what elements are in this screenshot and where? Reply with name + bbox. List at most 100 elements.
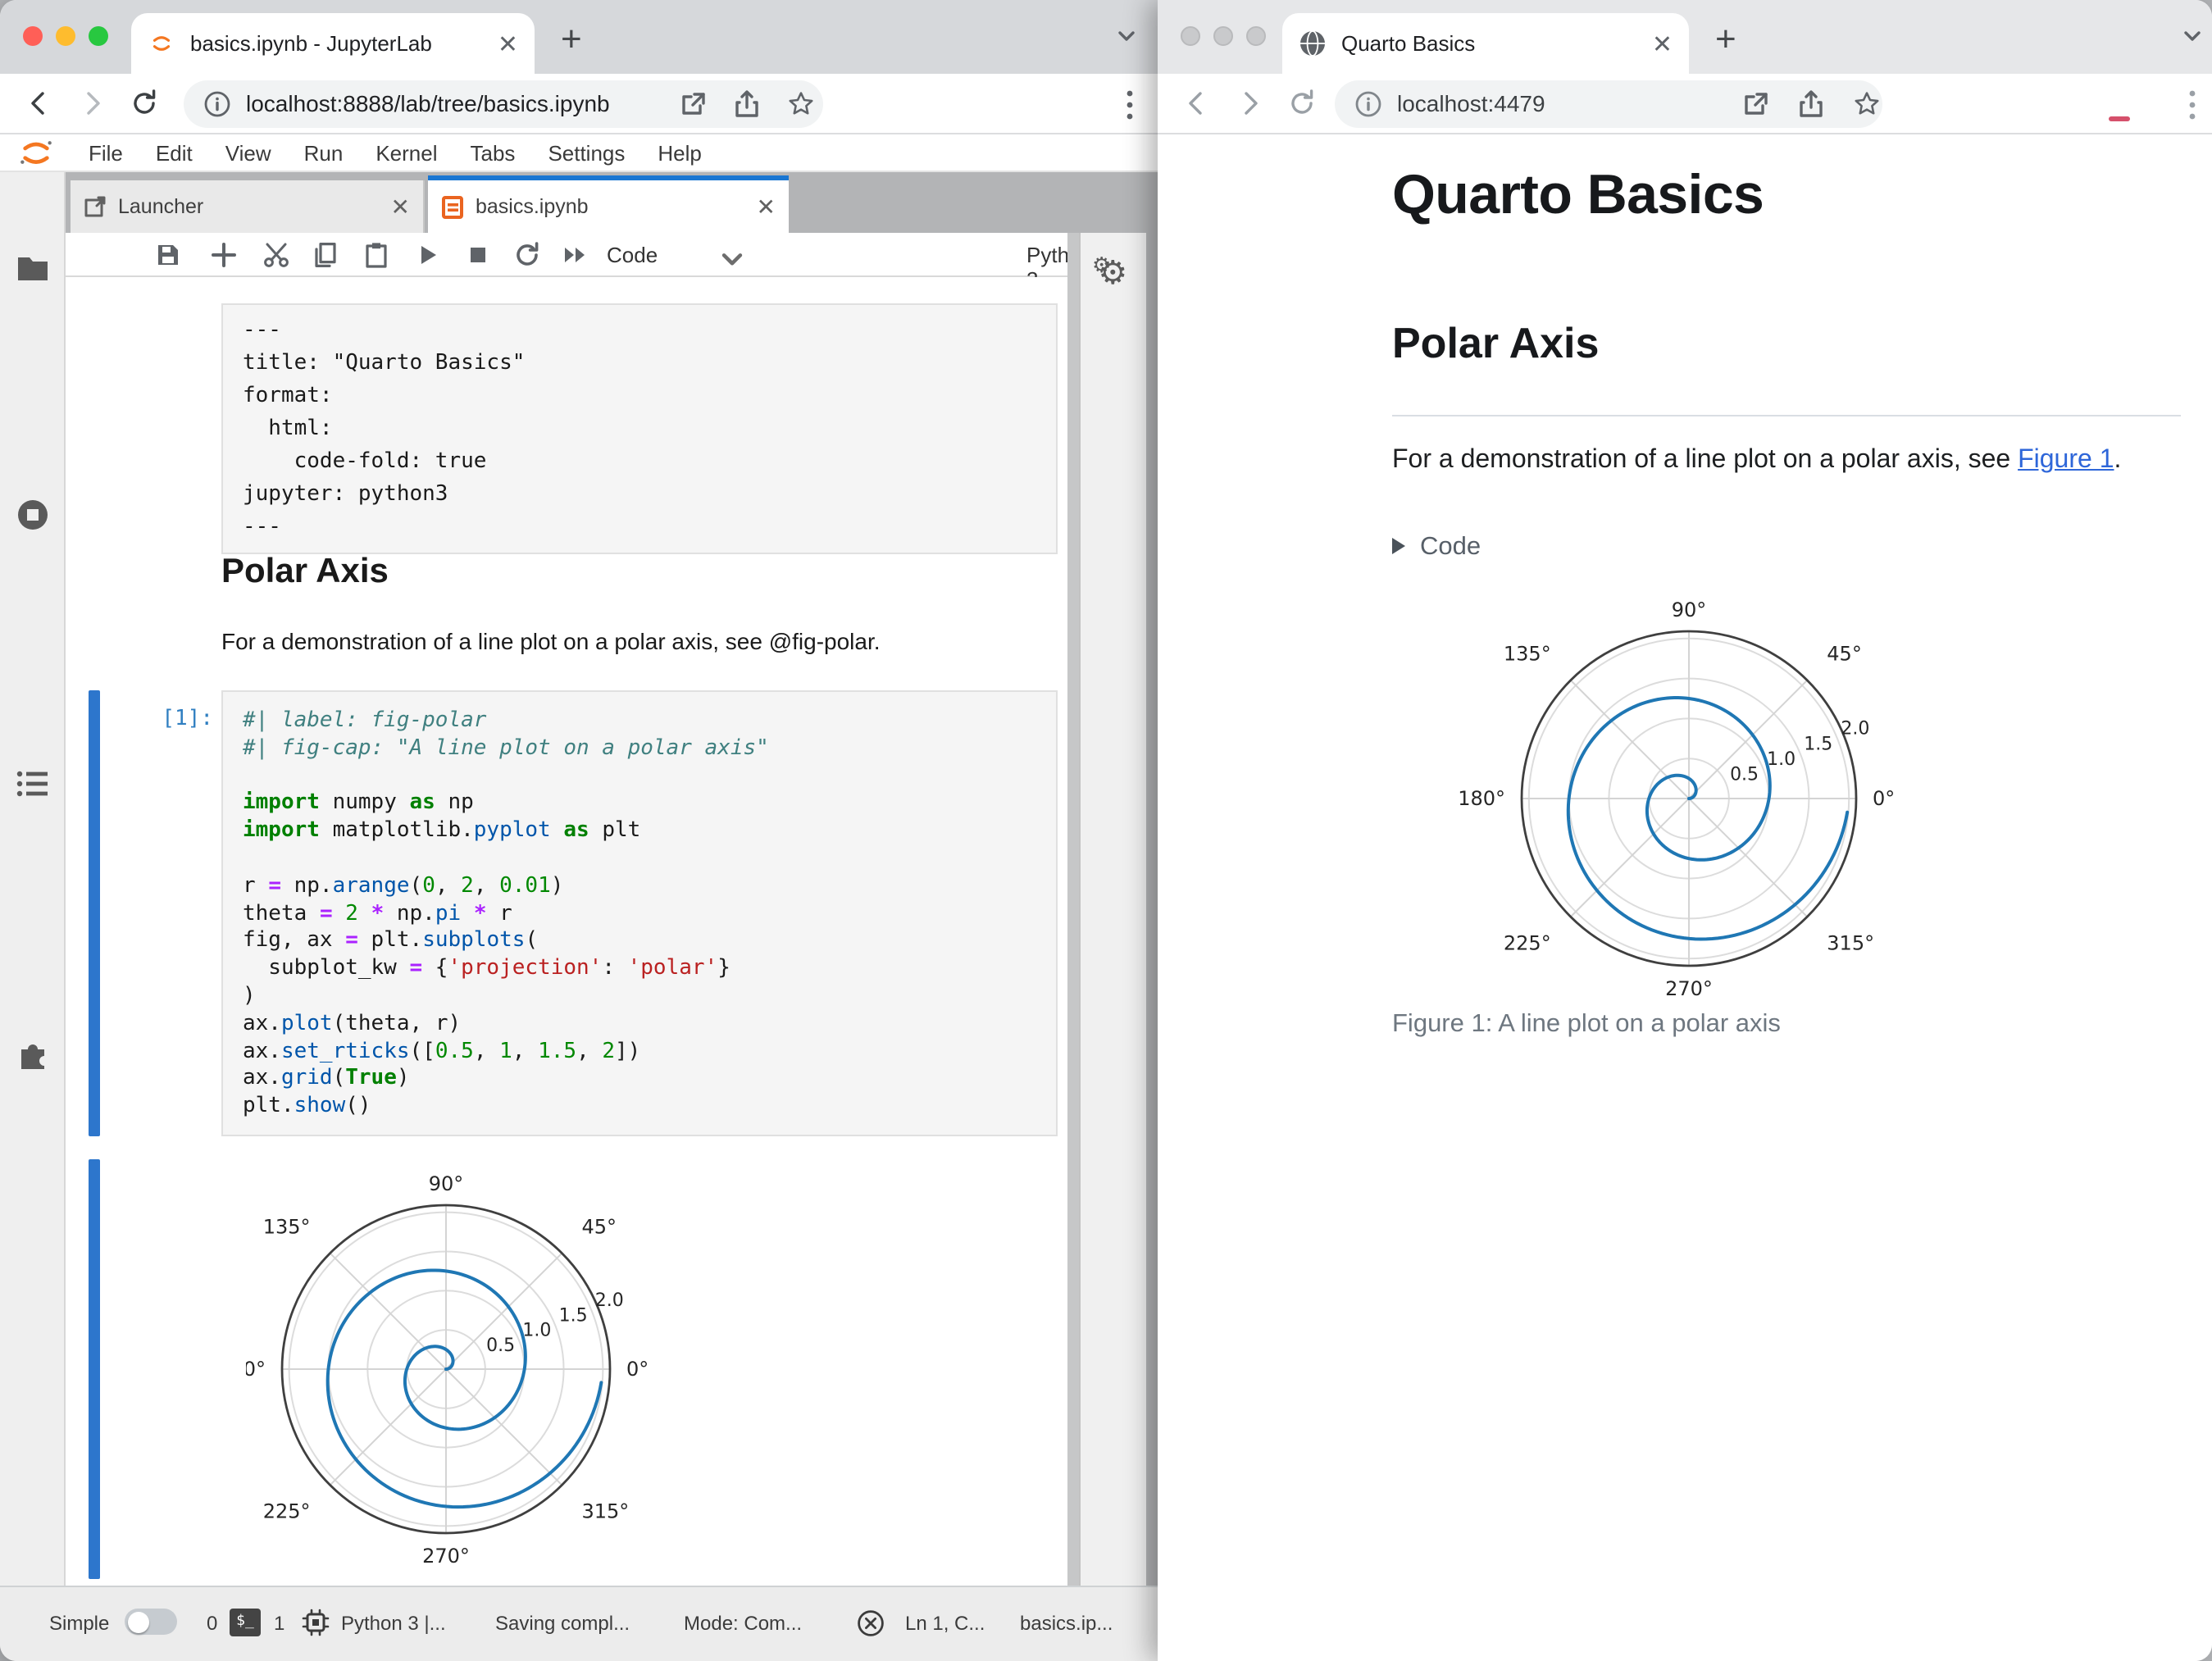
edit-mode-text[interactable]: Mode: Com... [684, 1612, 802, 1635]
cursor-position-text[interactable]: Ln 1, C... [905, 1612, 985, 1635]
minimize-window-button[interactable] [56, 26, 75, 46]
yaml-raw-cell[interactable]: --- title: "Quarto Basics" format: html:… [221, 303, 1058, 554]
saving-status-text: Saving compl... [495, 1612, 630, 1635]
code-disclosure[interactable]: Code [1392, 533, 1481, 562]
section-heading: Polar Axis [1392, 318, 1600, 367]
code-line: import numpy as np [243, 790, 474, 816]
polar-plot-figure: 0° 45° 90° 135° 180° 225° 270° 315° 0.5 1.0 1.5 2.0 [1458, 598, 1895, 1000]
tab-basics-ipynb[interactable]: basics.ipynb ✕ [428, 175, 789, 233]
close-notebook-tab-icon[interactable]: ✕ [757, 193, 776, 221]
terminal-icon[interactable]: $_ [230, 1609, 261, 1636]
back-button[interactable] [23, 87, 56, 120]
url-text[interactable]: localhost:4479 [1397, 90, 1545, 116]
kernel-sessions-count[interactable]: 0 [207, 1612, 217, 1635]
document-tab-bar: Launcher ✕ basics.ipynb ✕ [66, 172, 1158, 233]
svg-text:270°: 270° [1665, 977, 1713, 1000]
browser-menu-kebab-icon[interactable] [2187, 89, 2197, 121]
zoom-window-button[interactable] [89, 26, 108, 46]
bookmark-star-icon[interactable] [1853, 90, 1881, 118]
running-kernels-icon[interactable] [15, 497, 51, 533]
new-tab-button[interactable]: + [561, 18, 582, 61]
paste-cells-button[interactable] [362, 241, 390, 269]
notifications-icon[interactable] [856, 1609, 885, 1638]
kernel-chip-icon[interactable] [302, 1609, 330, 1636]
address-bar[interactable]: localhost:8888/lab/tree/basics.ipynb [184, 80, 823, 128]
menu-item-kernel[interactable]: Kernel [359, 140, 453, 165]
cell-type-chevron-icon[interactable] [718, 246, 746, 274]
jupyterlab-status-bar: Simple 0 $_ 1 Python 3 |... Saving compl… [0, 1586, 1158, 1661]
site-info-icon[interactable] [203, 90, 231, 118]
open-in-new-icon[interactable] [1741, 90, 1769, 118]
update-indicator [2109, 116, 2130, 121]
table-of-contents-icon[interactable] [15, 766, 51, 802]
interrupt-kernel-button[interactable] [464, 241, 492, 269]
code-cell[interactable]: #| label: fig-polar #| fig-cap: "A line p… [221, 690, 1058, 1136]
share-icon[interactable] [1797, 90, 1825, 118]
markdown-heading: Polar Axis [221, 553, 389, 590]
menu-item-run[interactable]: Run [288, 140, 360, 165]
menu-item-tabs[interactable]: Tabs [454, 140, 532, 165]
reload-button[interactable] [128, 87, 161, 120]
bookmark-star-icon[interactable] [787, 90, 815, 118]
property-inspector-icon[interactable]: ⚙⚙ [1092, 253, 1127, 294]
figure-1-link[interactable]: Figure 1 [2018, 446, 2114, 474]
menu-item-help[interactable]: Help [641, 140, 718, 165]
close-tab-icon[interactable]: ✕ [1652, 29, 1673, 58]
browser-tab[interactable]: basics.ipynb - JupyterLab ✕ [131, 13, 535, 74]
paragraph-suffix: . [2114, 446, 2122, 474]
active-cell-indicator-input[interactable] [89, 690, 100, 1136]
zoom-window-button[interactable] [1246, 26, 1266, 46]
menu-item-view[interactable]: View [209, 140, 288, 165]
forward-button[interactable] [75, 87, 108, 120]
tab-search-chevron-icon[interactable] [1115, 25, 1138, 48]
close-launcher-tab-icon[interactable]: ✕ [391, 193, 410, 221]
run-cell-button[interactable] [413, 241, 441, 269]
kernel-status-text[interactable]: Python 3 |... [341, 1612, 446, 1635]
svg-text:270°: 270° [422, 1545, 470, 1568]
code-line: ) [243, 983, 256, 1008]
site-info-icon[interactable] [1354, 90, 1382, 118]
reload-button[interactable] [1286, 87, 1318, 120]
minimize-window-button[interactable] [1213, 26, 1233, 46]
address-bar[interactable]: localhost:4479 [1335, 80, 1882, 128]
active-cell-indicator-output[interactable] [89, 1159, 100, 1579]
browser-tab[interactable]: Quarto Basics ✕ [1282, 13, 1689, 74]
open-in-new-icon[interactable] [679, 90, 707, 118]
file-browser-icon[interactable] [15, 251, 51, 287]
simple-mode-toggle[interactable] [125, 1609, 177, 1635]
forward-button[interactable] [1233, 87, 1266, 120]
save-button[interactable] [154, 241, 182, 269]
copy-cells-button[interactable] [312, 241, 339, 269]
disclosure-triangle-icon [1392, 538, 1405, 554]
share-icon[interactable] [733, 90, 761, 118]
tab-search-chevron-icon[interactable] [2181, 25, 2204, 48]
body-paragraph: For a demonstration of a line plot on a … [1392, 446, 2121, 476]
cut-cells-button[interactable] [262, 241, 290, 269]
notebook-scrollbar[interactable] [1067, 233, 1079, 1586]
code-line: ax.grid(True) [243, 1066, 410, 1091]
menu-item-settings[interactable]: Settings [531, 140, 641, 165]
notebook-scroll-area[interactable]: --- title: "Quarto Basics" format: html:… [66, 277, 1067, 1586]
svg-text:45°: 45° [1827, 643, 1862, 666]
terminal-sessions-count[interactable]: 1 [274, 1612, 284, 1635]
code-line: ax.plot(theta, r) [243, 1011, 462, 1036]
close-tab-icon[interactable]: ✕ [498, 29, 518, 58]
status-file-name[interactable]: basics.ip... [1020, 1612, 1113, 1635]
extension-manager-icon[interactable] [15, 1038, 51, 1074]
tab-launcher[interactable]: Launcher ✕ [71, 180, 425, 233]
new-tab-button[interactable]: + [1715, 18, 1736, 61]
svg-text:0°: 0° [626, 1358, 649, 1381]
back-button[interactable] [1181, 87, 1213, 120]
add-cell-button[interactable] [210, 241, 238, 269]
close-window-button[interactable] [1181, 26, 1200, 46]
restart-run-all-button[interactable] [561, 241, 589, 269]
url-text[interactable]: localhost:8888/lab/tree/basics.ipynb [246, 90, 610, 116]
yaml-cell-text: --- title: "Quarto Basics" format: html:… [243, 318, 526, 539]
restart-kernel-button[interactable] [513, 241, 541, 269]
browser-menu-kebab-icon[interactable] [1125, 89, 1135, 121]
menu-item-file[interactable]: File [72, 140, 139, 165]
menu-item-edit[interactable]: Edit [139, 140, 209, 165]
cell-type-dropdown[interactable]: Code [607, 243, 658, 267]
close-window-button[interactable] [23, 26, 43, 46]
